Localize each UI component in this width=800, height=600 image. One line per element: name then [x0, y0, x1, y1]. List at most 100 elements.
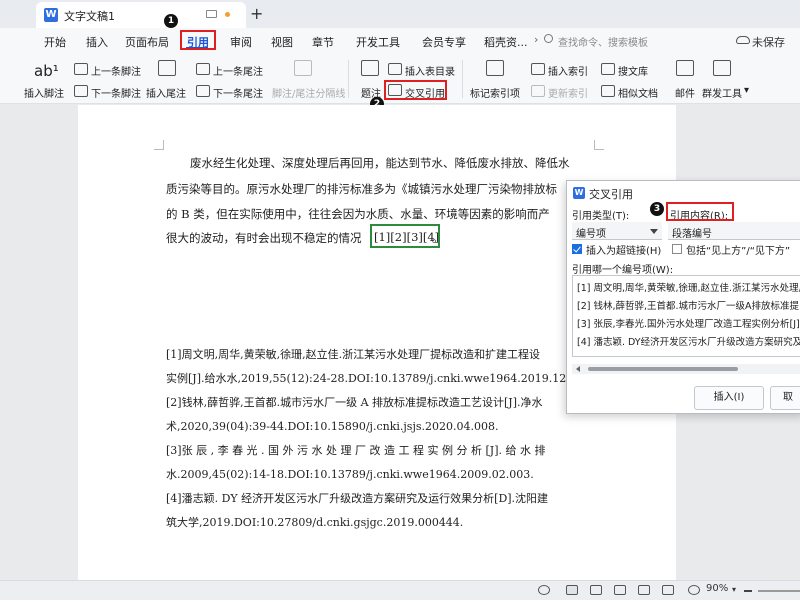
menu-review[interactable]: 审阅	[230, 34, 252, 50]
list-horizontal-scrollbar[interactable]	[572, 364, 800, 374]
menu-member[interactable]: 会员专享	[422, 34, 466, 50]
list-item[interactable]: [3] 张辰,李春光.国外污水处理厂改造工程实例分析[J]	[577, 316, 800, 330]
highlight-references-tab	[180, 30, 216, 50]
reference-line[interactable]: 术,2020,39(04):39-44.DOI:10.15890/j.cnki.…	[166, 418, 498, 434]
footnote-separator-button[interactable]: 脚注/尾注分隔线	[272, 85, 345, 100]
focus-mode-icon[interactable]	[662, 585, 674, 595]
insert-index-button[interactable]: 插入索引	[548, 63, 588, 78]
document-tab-title: 文字文稿1	[64, 10, 115, 23]
insert-toc-icon[interactable]	[388, 63, 402, 75]
reference-content-select[interactable]: 段落编号	[668, 222, 800, 240]
reference-content-value: 段落编号	[672, 229, 712, 240]
mark-index-icon[interactable]	[486, 60, 504, 76]
menu-bar	[0, 28, 800, 54]
body-line[interactable]: 废水经生化处理、深度处理后再回用，能达到节水、降低废水排放、降低水	[190, 155, 570, 171]
body-line[interactable]: 质污染等目的。原污水处理厂的排污标准多为《城镇污水处理厂污染物排放标	[166, 181, 557, 197]
prev-endnote-button[interactable]: 上一条尾注	[213, 63, 263, 78]
prev-endnote-icon[interactable]	[196, 63, 210, 75]
cloud-icon[interactable]	[736, 36, 750, 44]
mark-index-button[interactable]: 标记索引项	[470, 85, 520, 100]
outline-view-icon[interactable]	[590, 585, 602, 595]
cancel-button[interactable]: 取	[770, 386, 800, 410]
step-badge-1: 1	[164, 14, 178, 28]
margin-corner-mark	[154, 140, 164, 150]
mass-tools-icon[interactable]	[713, 60, 731, 76]
menu-page-layout[interactable]: 页面布局	[125, 34, 169, 50]
reference-line[interactable]: 实例[J].给水水,2019,55(12):24-28.DOI:10.13789…	[166, 370, 584, 386]
menu-more-chevron-icon[interactable]: ›	[534, 33, 538, 46]
update-index-button[interactable]: 更新索引	[548, 85, 588, 100]
mass-tools-chevron-icon[interactable]: ▾	[744, 85, 749, 96]
reference-line[interactable]: [1]周文明,周华,黄荣敏,徐珊,赵立佳.浙江某污水处理厂提标改造和扩建工程设	[166, 346, 540, 362]
hyperlink-label: 插入为超链接(H)	[586, 246, 662, 257]
zoom-level[interactable]: 90%	[706, 583, 728, 594]
mail-button[interactable]: 邮件	[675, 85, 695, 100]
next-endnote-icon[interactable]	[196, 85, 210, 97]
reference-line[interactable]: 筑大学,2019.DOI:10.27809/d.cnki.gsjgc.2019.…	[166, 514, 463, 530]
insert-index-icon[interactable]	[531, 63, 545, 75]
insert-endnote-button[interactable]: 插入尾注	[146, 85, 186, 100]
prev-footnote-icon[interactable]	[74, 63, 88, 75]
search-library-icon[interactable]	[601, 63, 615, 75]
scrollbar-thumb[interactable]	[588, 367, 738, 371]
body-line[interactable]: 很大的波动，有时会出现不稳定的情况	[166, 230, 362, 246]
similar-docs-button[interactable]: 相似文档	[618, 85, 658, 100]
search-icon[interactable]	[544, 34, 553, 43]
zoom-dropdown-chevron-icon[interactable]: ▾	[732, 585, 736, 594]
next-footnote-button[interactable]: 下一条脚注	[91, 85, 141, 100]
list-item[interactable]: [2] 钱林,薛哲骅,王首都.城市污水厂一级A排放标准提	[577, 298, 799, 312]
command-search-input[interactable]: 查找命令、搜索模板	[558, 34, 648, 49]
reading-view-icon[interactable]	[614, 585, 626, 595]
new-tab-button[interactable]: +	[250, 4, 263, 23]
reference-line[interactable]: 水.2009,45(02):14-18.DOI:10.13789/j.cnki.…	[166, 466, 534, 482]
next-endnote-button[interactable]: 下一条尾注	[213, 85, 263, 100]
ribbon-divider	[348, 60, 349, 98]
reference-line[interactable]: [2]钱林,薛哲骅,王首都.城市污水厂一级 A 排放标准提标改造工艺设计[J].…	[166, 394, 543, 410]
menu-home[interactable]: 开始	[44, 34, 66, 50]
insert-endnote-icon[interactable]	[158, 60, 176, 76]
next-footnote-icon[interactable]	[74, 85, 88, 97]
insert-footnote-icon[interactable]: ab¹	[34, 62, 59, 80]
zoom-out-icon[interactable]	[744, 590, 752, 592]
document-tab[interactable]: W 文字文稿1	[36, 2, 246, 28]
hyperlink-checkbox[interactable]	[572, 244, 582, 254]
eye-protection-icon[interactable]	[538, 585, 550, 595]
wps-writer-icon: W	[44, 8, 58, 22]
separator-icon	[294, 60, 312, 76]
ribbon-divider	[462, 60, 463, 98]
list-item[interactable]: [1] 周文明,周华,黄荣敏,徐珊,赵立佳.浙江某污水处理厂	[577, 280, 800, 294]
which-item-label: 引用哪一个编号项(W):	[572, 265, 674, 276]
zoom-icon[interactable]	[688, 585, 700, 595]
reference-line[interactable]: [3]张 辰 , 李 春 光 . 国 外 污 水 处 理 厂 改 造 工 程 实…	[166, 442, 545, 458]
menu-chapter[interactable]: 章节	[312, 34, 334, 50]
menu-developer[interactable]: 开发工具	[356, 34, 400, 50]
unsaved-status[interactable]: 未保存	[752, 34, 785, 50]
web-view-icon[interactable]	[638, 585, 650, 595]
scroll-left-icon[interactable]	[576, 366, 580, 372]
page-view-icon[interactable]	[566, 585, 578, 595]
mass-tools-button[interactable]: 群发工具	[702, 85, 742, 100]
insert-footnote-button[interactable]: 插入脚注	[24, 85, 64, 100]
mail-icon[interactable]	[676, 60, 694, 76]
menu-docer[interactable]: 稻壳资...	[484, 34, 528, 50]
unsaved-dot-icon	[225, 12, 230, 17]
insert-button[interactable]: 插入(I)	[694, 386, 764, 410]
reference-line[interactable]: [4]潘志颖. DY 经济开发区污水厂升级改造方案研究及运行效果分析[D].沈阳…	[166, 490, 548, 506]
reference-type-label: 引用类型(T):	[572, 211, 630, 222]
prev-footnote-button[interactable]: 上一条脚注	[91, 63, 141, 78]
include-above-below-checkbox[interactable]	[672, 244, 682, 254]
insert-toc-button[interactable]: 插入表目录	[405, 63, 455, 78]
search-library-button[interactable]: 搜文库	[618, 63, 648, 78]
dialog-app-icon: W	[573, 187, 585, 199]
reference-type-select[interactable]: 编号项	[572, 222, 662, 240]
list-item[interactable]: [4] 潘志颖. DY经济开发区污水厂升级改造方案研究及	[577, 334, 800, 348]
caption-icon[interactable]	[361, 60, 379, 76]
menu-view[interactable]: 视图	[271, 34, 293, 50]
body-line[interactable]: 的 B 类，但在实际使用中，往往会因为水质、水量、环境等因素的影响而产	[166, 206, 550, 222]
numbered-items-list[interactable]: [1] 周文明,周华,黄荣敏,徐珊,赵立佳.浙江某污水处理厂 [2] 钱林,薛哲…	[572, 275, 800, 357]
similar-docs-icon[interactable]	[601, 85, 615, 97]
zoom-slider[interactable]	[758, 590, 800, 592]
screen-icon[interactable]	[206, 10, 217, 18]
menu-insert[interactable]: 插入	[86, 34, 108, 50]
highlight-reference-content	[666, 202, 734, 221]
